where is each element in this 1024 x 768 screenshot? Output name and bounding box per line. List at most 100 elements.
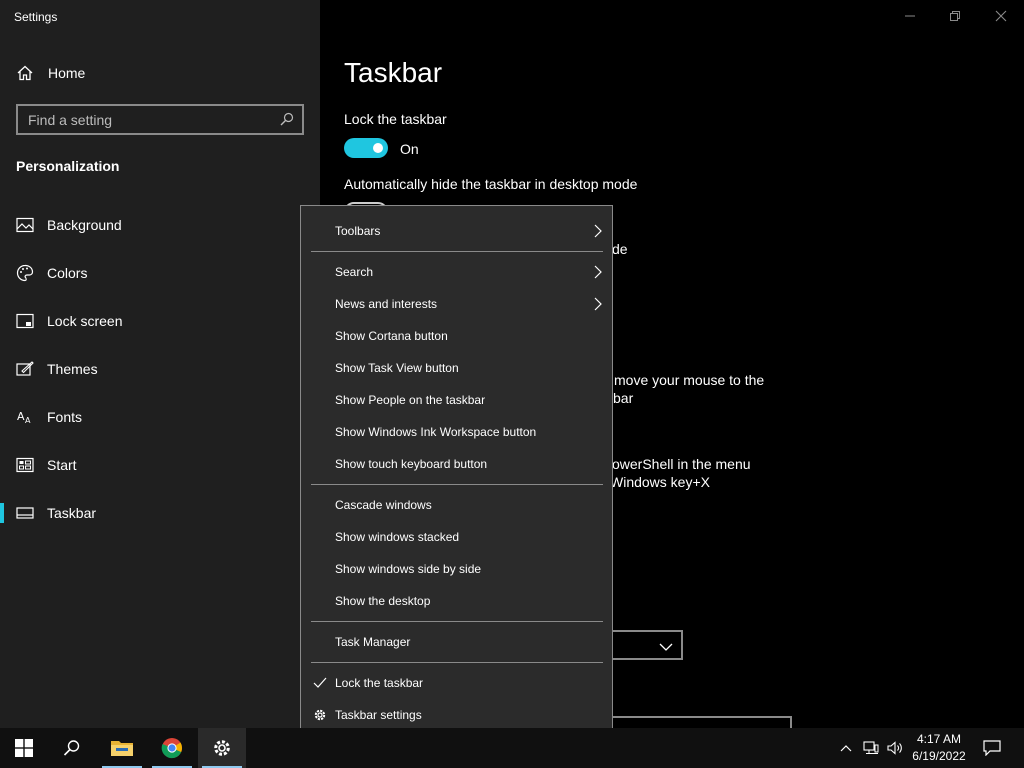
menu-item-windows-stacked[interactable]: Show windows stacked: [301, 521, 612, 553]
menu-item-show-task-view[interactable]: Show Task View button: [301, 352, 612, 384]
menu-item-label: Cascade windows: [335, 498, 432, 512]
sidebar-item-label: Colors: [47, 265, 88, 281]
sidebar-item-fonts[interactable]: AA Fonts: [0, 393, 320, 441]
obscured-text: bar: [613, 390, 634, 406]
settings-sidebar: Settings Home Personalization Background…: [0, 0, 320, 728]
menu-item-label: Show Cortana button: [335, 329, 448, 343]
home-nav-item[interactable]: Home: [16, 62, 85, 84]
minimize-icon: [905, 15, 915, 17]
toggle-state-label: On: [400, 141, 419, 157]
search-icon[interactable]: [280, 112, 294, 126]
close-icon: [995, 10, 1007, 22]
menu-item-label: Lock the taskbar: [335, 676, 424, 690]
taskbar-search-button[interactable]: [48, 728, 96, 768]
sidebar-item-label: Lock screen: [47, 313, 123, 329]
sidebar-item-lock-screen[interactable]: Lock screen: [0, 297, 320, 345]
menu-item-show-people[interactable]: Show People on the taskbar: [301, 384, 612, 416]
volume-button[interactable]: [884, 728, 906, 768]
network-button[interactable]: [860, 728, 882, 768]
settings-button[interactable]: [198, 728, 246, 768]
menu-item-show-touch-keyboard[interactable]: Show touch keyboard button: [301, 448, 612, 480]
sidebar-item-label: Themes: [47, 361, 98, 377]
close-button[interactable]: [989, 4, 1013, 28]
menu-separator: [311, 621, 603, 622]
menu-item-label: Show windows side by side: [335, 562, 482, 576]
sidebar-item-label: Taskbar: [47, 505, 97, 521]
sidebar-item-label: Start: [47, 457, 77, 473]
taskbar-icon: [16, 504, 34, 522]
menu-item-taskbar-settings[interactable]: Taskbar settings: [301, 699, 612, 731]
menu-item-news-and-interests[interactable]: News and interests: [301, 288, 612, 320]
menu-item-task-manager[interactable]: Task Manager: [301, 626, 612, 658]
sidebar-nav: Background Colors Lock screen Themes AA …: [0, 201, 320, 537]
menu-item-show-ink-workspace[interactable]: Show Windows Ink Workspace button: [301, 416, 612, 448]
search-input[interactable]: [18, 106, 302, 133]
search-icon: [63, 740, 80, 756]
menu-item-label: Show Task View button: [335, 361, 459, 375]
settings-gear-icon: [214, 740, 230, 756]
menu-separator: [311, 251, 603, 252]
menu-separator: [311, 662, 603, 663]
menu-item-cascade-windows[interactable]: Cascade windows: [301, 489, 612, 521]
chevron-down-icon: [659, 639, 673, 651]
chrome-button[interactable]: [148, 728, 196, 768]
menu-item-label: Search: [335, 265, 374, 279]
fonts-icon: AA: [16, 408, 34, 426]
search-box[interactable]: [16, 104, 304, 135]
menu-item-lock-taskbar[interactable]: Lock the taskbar: [301, 667, 612, 699]
file-explorer-button[interactable]: [98, 728, 146, 768]
restore-icon: [950, 11, 960, 21]
menu-item-toolbars[interactable]: Toolbars: [301, 215, 612, 247]
sidebar-item-themes[interactable]: Themes: [0, 345, 320, 393]
menu-item-show-cortana[interactable]: Show Cortana button: [301, 320, 612, 352]
sidebar-item-label: Fonts: [47, 409, 83, 425]
home-icon: [16, 64, 34, 82]
menu-item-label: Show the desktop: [335, 594, 431, 608]
minimize-button[interactable]: [898, 4, 922, 28]
themes-icon: [16, 360, 34, 378]
menu-item-label: Show touch keyboard button: [335, 457, 488, 471]
menu-item-label: Show Windows Ink Workspace button: [335, 425, 537, 439]
sidebar-item-taskbar[interactable]: Taskbar: [0, 489, 320, 537]
obscured-text: owerShell in the menu: [612, 456, 751, 472]
lock-taskbar-toggle[interactable]: [344, 138, 388, 158]
menu-item-label: Task Manager: [335, 635, 411, 649]
network-icon: [863, 741, 879, 754]
menu-item-show-desktop[interactable]: Show the desktop: [301, 585, 612, 617]
clock-time: 4:17 AM: [916, 732, 962, 746]
window-title: Settings: [14, 10, 58, 24]
chevron-right-icon: [594, 297, 602, 311]
autohide-label: Automatically hide the taskbar in deskto…: [344, 176, 638, 192]
menu-item-label: Toolbars: [335, 224, 381, 238]
menu-separator: [311, 484, 603, 485]
action-center-icon: [983, 740, 1001, 756]
taskbar-context-menu: Toolbars Search News and interests Show …: [300, 205, 613, 739]
start-button[interactable]: [0, 728, 48, 768]
menu-item-windows-side-by-side[interactable]: Show windows side by side: [301, 553, 612, 585]
obscured-text: move your mouse to the: [614, 372, 765, 388]
sidebar-item-background[interactable]: Background: [0, 201, 320, 249]
chevron-right-icon: [594, 224, 602, 238]
taskbar-clock[interactable]: 4:17 AM 6/19/2022: [905, 731, 973, 765]
dropdown-select[interactable]: [610, 716, 792, 728]
sidebar-item-colors[interactable]: Colors: [0, 249, 320, 297]
menu-item-label: News and interests: [335, 297, 438, 311]
chevron-up-icon: [840, 745, 852, 752]
show-hidden-icons-button[interactable]: [836, 728, 856, 768]
dropdown-select[interactable]: [610, 630, 683, 660]
obscured-text: Windows key+X: [610, 474, 710, 490]
windows-start-icon: [15, 739, 33, 757]
lock-taskbar-label: Lock the taskbar: [344, 111, 447, 127]
menu-item-search[interactable]: Search: [301, 256, 612, 288]
section-header: Personalization: [16, 158, 120, 174]
restore-button[interactable]: [943, 4, 967, 28]
file-explorer-icon: [111, 741, 133, 756]
menu-item-label: Show windows stacked: [335, 530, 460, 544]
gear-icon: [313, 708, 327, 722]
sidebar-item-start[interactable]: Start: [0, 441, 320, 489]
chrome-icon: [161, 738, 183, 759]
svg-text:A: A: [25, 416, 31, 425]
checkmark-icon: [313, 676, 327, 690]
palette-icon: [16, 264, 34, 282]
action-center-button[interactable]: [978, 728, 1006, 768]
